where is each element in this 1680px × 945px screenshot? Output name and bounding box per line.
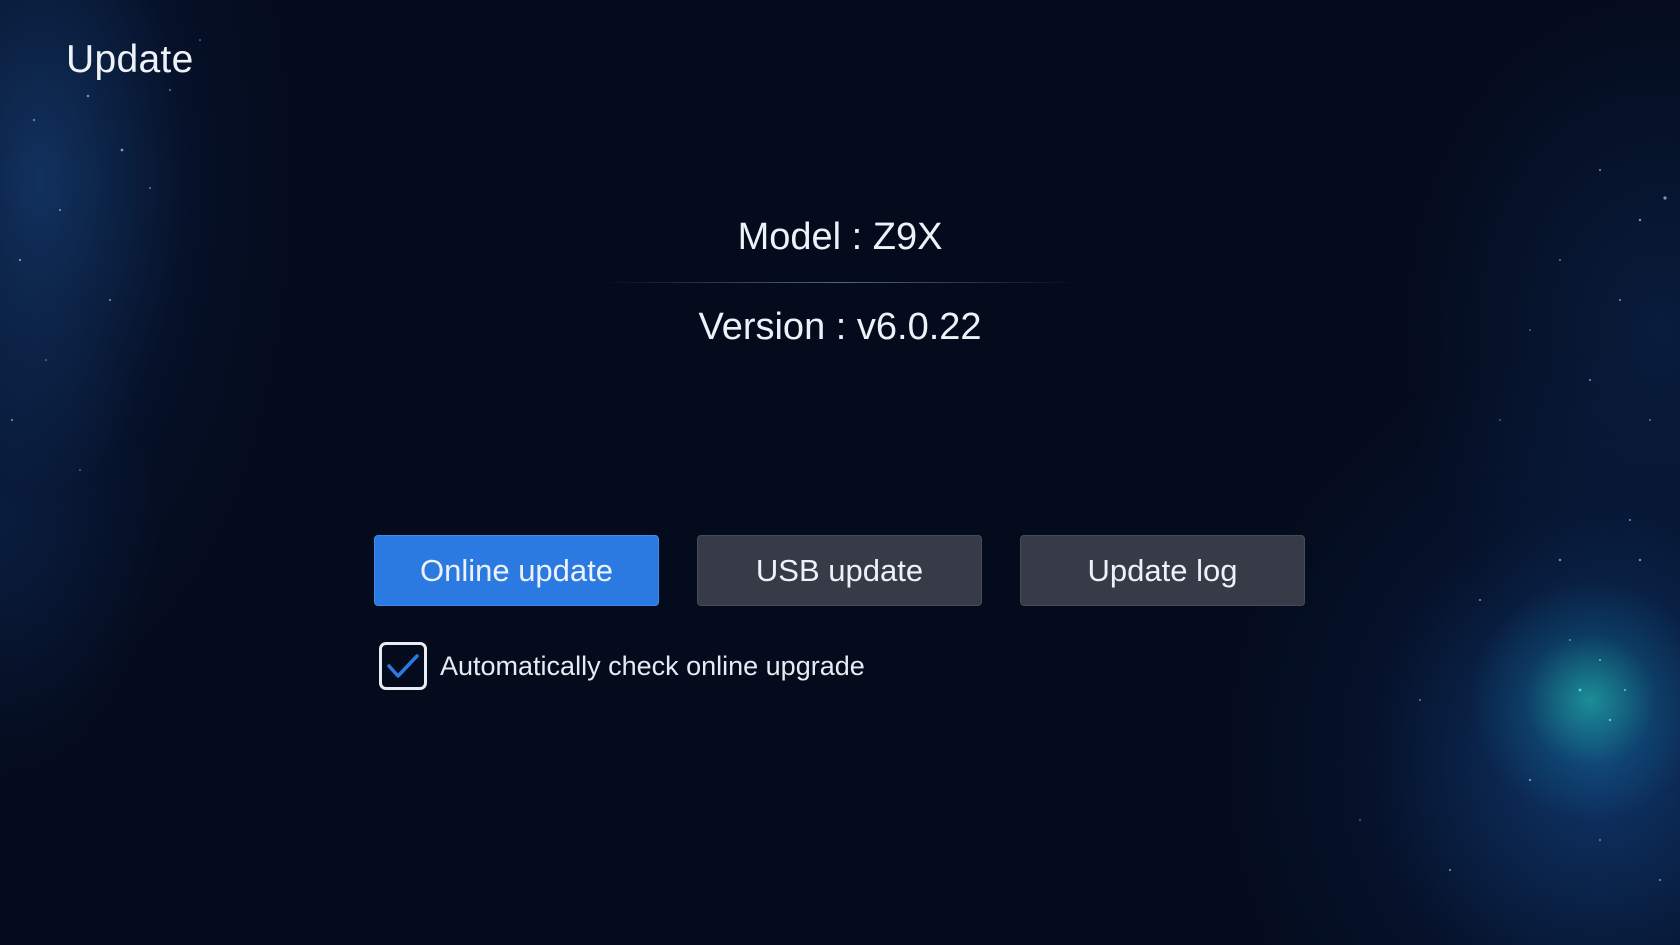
version-label: Version : v6.0.22 xyxy=(698,306,982,348)
auto-check-label: Automatically check online upgrade xyxy=(440,650,865,681)
auto-check-checkbox[interactable] xyxy=(379,642,427,690)
checkmark-icon xyxy=(387,654,419,678)
auto-check-option[interactable]: Automatically check online upgrade xyxy=(379,642,865,690)
starfield-decoration xyxy=(11,39,1667,881)
usb-update-button[interactable]: USB update xyxy=(697,535,982,606)
info-divider xyxy=(600,282,1080,283)
model-label: Model : Z9X xyxy=(737,216,943,258)
update-log-button[interactable]: Update log xyxy=(1020,535,1305,606)
online-update-button[interactable]: Online update xyxy=(374,535,659,606)
page-title: Update xyxy=(66,38,194,81)
